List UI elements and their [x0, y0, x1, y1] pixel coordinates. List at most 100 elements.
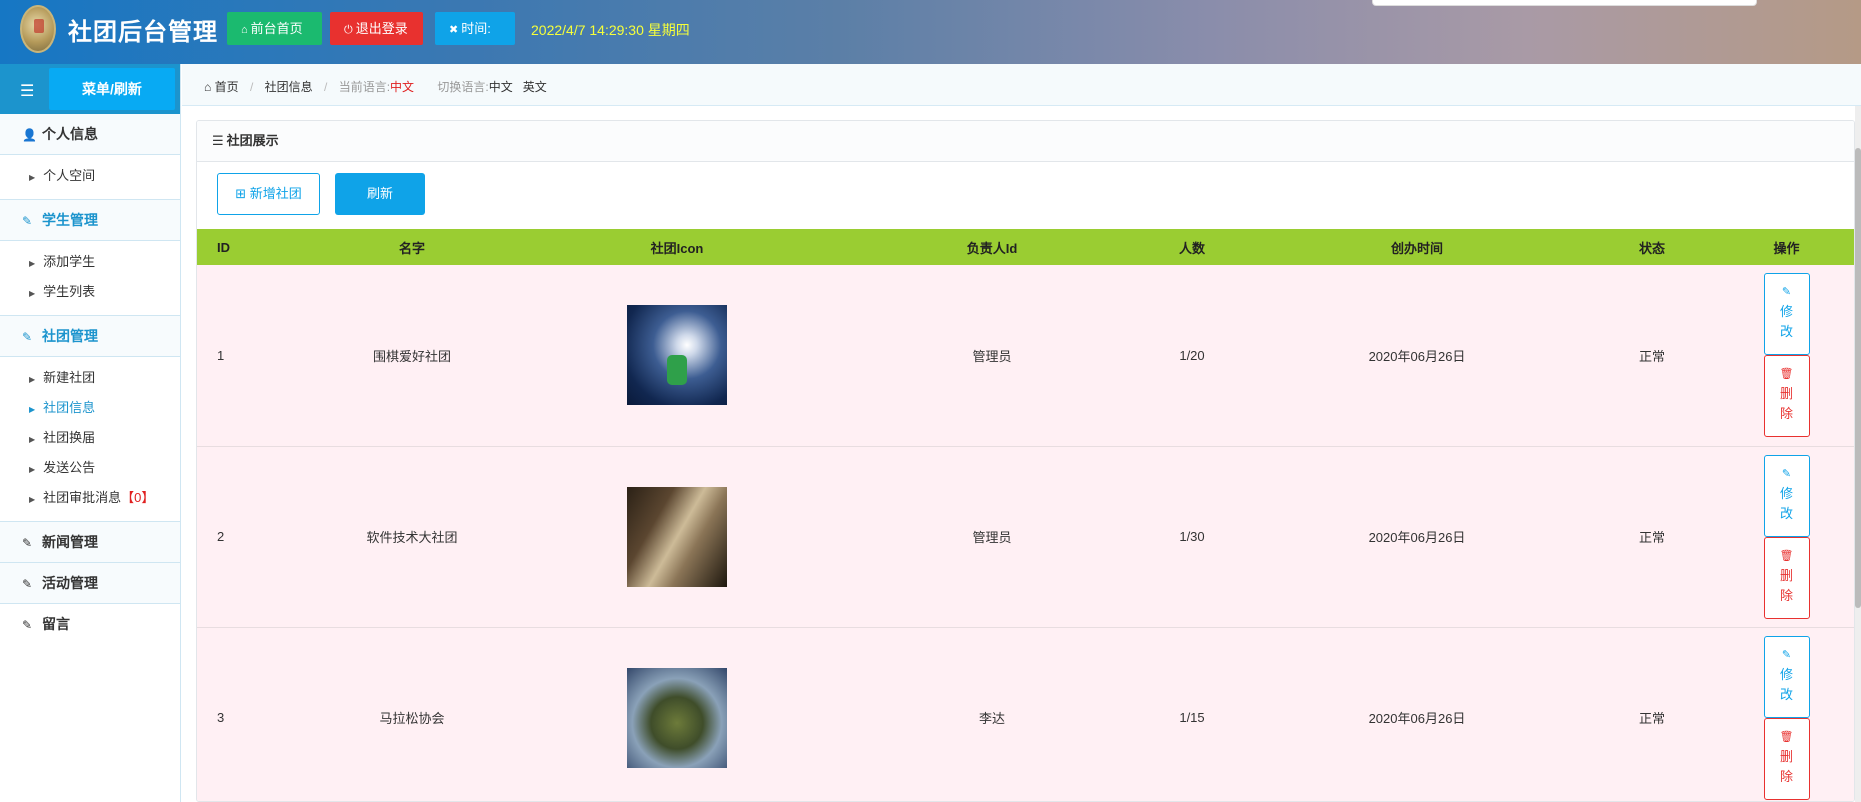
sidebar-sub-club: ▶ 新建社团 ▶ 社团信息 ▶ 社团换届 ▶ 发送公告 ▶ 社团审批消息【0】 [0, 357, 180, 522]
sidebar-group-personal-info[interactable]: 👤 个人信息 [0, 114, 180, 155]
cell-status: 正常 [1638, 348, 1665, 364]
header-status: 状态 [1638, 240, 1665, 256]
club-icon-image [627, 305, 727, 406]
menu-refresh-button[interactable]: 菜单/刷新 [49, 68, 175, 110]
sidebar-top: ☰ 菜单/刷新 [0, 64, 180, 114]
delete-button[interactable]: 🗑 删除 [1763, 717, 1810, 800]
cell-founded: 2020年06月26日 [1368, 530, 1466, 545]
approval-count-badge: 【0】 [121, 490, 155, 505]
sidebar-group-student-management[interactable]: ✎ 学生管理 [0, 200, 180, 241]
header-leader: 负责人Id [966, 240, 1018, 256]
club-icon-image [627, 486, 727, 587]
home-icon: ⌂ [204, 80, 212, 94]
delete-button[interactable]: 🗑 删除 [1763, 355, 1810, 438]
caret-right-icon: ▶ [29, 405, 36, 414]
current-language-value: 中文 [390, 80, 415, 94]
cell-actions: ✎ 修改 🗑 删除 [1717, 265, 1854, 446]
caret-right-icon: ▶ [29, 435, 36, 444]
breadcrumb-bar: ⌂ 首页 / 社团信息 / 当前语言:中文 切换语言:中文 英文 [182, 64, 1861, 106]
sidebar-item-club-info[interactable]: ▶ 社团信息 [0, 393, 180, 423]
edit-icon: ✎ [22, 536, 33, 550]
sidebar-group-activity-management[interactable]: ✎ 活动管理 [0, 563, 180, 604]
sidebar-item-send-notice[interactable]: ▶ 发送公告 [0, 453, 180, 483]
cell-leader: 李达 [978, 711, 1005, 726]
time-button[interactable]: ✖ 时间: [435, 12, 515, 45]
switch-language-label: 切换语言: [437, 80, 489, 94]
menu-icon[interactable]: ☰ [20, 81, 34, 101]
edit-icon: ✎ [22, 214, 33, 228]
breadcrumb-separator: / [324, 80, 328, 94]
page-scrollbar-thumb[interactable] [1855, 148, 1861, 608]
table-row: 1 围棋爱好社团 管理员 1/20 2020年06月26日 正常 ✎ 修改 🗑 删除 [197, 265, 1854, 446]
delete-button[interactable]: 🗑 删除 [1763, 536, 1810, 619]
cell-actions: ✎ 修改 🗑 删除 [1717, 627, 1854, 801]
caret-right-icon: ▶ [29, 289, 36, 298]
sidebar-item-new-club[interactable]: ▶ 新建社团 [0, 363, 180, 393]
cell-id: 1 [217, 347, 225, 363]
sidebar-item-personal-space[interactable]: ▶ 个人空间 [0, 161, 180, 191]
breadcrumb-home[interactable]: 首页 [215, 80, 239, 94]
sidebar-group-club-management[interactable]: ✎ 社团管理 [0, 316, 180, 357]
panel-header: ☰ 社团展示 [197, 121, 1854, 162]
caret-right-icon: ▶ [29, 173, 36, 182]
cell-name: 马拉松协会 [379, 711, 445, 726]
header-search-box[interactable] [1372, 0, 1757, 6]
caret-right-icon: ▶ [29, 465, 36, 474]
sidebar-sub-personal: ▶ 个人空间 [0, 155, 180, 200]
edit-icon: ✎ [1781, 286, 1792, 299]
header-icon: 社团Icon [650, 240, 704, 256]
header-name: 名字 [398, 240, 425, 256]
language-option-english[interactable]: 英文 [523, 80, 547, 94]
clock-display: 2022/4/7 14:29:30 星期四 [531, 22, 690, 38]
cell-id: 2 [217, 529, 225, 544]
panel-title: 社团展示 [226, 133, 279, 148]
caret-right-icon: ▶ [29, 375, 36, 384]
cell-icon [507, 446, 847, 627]
app-title: 社团后台管理 [68, 19, 218, 46]
refresh-button[interactable]: 刷新 [335, 173, 425, 215]
top-header: 社团后台管理 ⌂ 前台首页 ⏻ 退出登录 ✖ 时间: 2022/4/7 14:29:3… [0, 0, 1861, 64]
language-option-chinese[interactable]: 中文 [489, 80, 513, 94]
caret-right-icon: ▶ [29, 495, 36, 504]
sidebar-item-club-approval[interactable]: ▶ 社团审批消息【0】 [0, 483, 180, 513]
edit-icon: ✎ [22, 577, 33, 591]
logout-button[interactable]: ⏻ 退出登录 [330, 12, 423, 45]
trash-icon: 🗑 [1779, 730, 1794, 743]
breadcrumb-current: 社团信息 [264, 80, 313, 94]
cell-icon [507, 627, 847, 801]
sidebar-item-club-transition[interactable]: ▶ 社团换届 [0, 423, 180, 453]
edit-icon: ✎ [22, 618, 33, 632]
cell-name: 软件技术大社团 [366, 530, 458, 545]
breadcrumb-separator: / [249, 80, 254, 94]
plus-square-icon: ⊞ [235, 186, 247, 201]
cell-founded: 2020年06月26日 [1368, 348, 1466, 364]
club-panel: ☰ 社团展示 ⊞ 新增社团 刷新 ID 名字 社团Icon 负责人Id 人数 创办… [196, 120, 1855, 802]
edit-icon: ✎ [1781, 648, 1792, 661]
cell-icon [507, 265, 847, 446]
cell-name: 围棋爱好社团 [372, 348, 451, 364]
edit-button[interactable]: ✎ 修改 [1763, 454, 1810, 537]
sidebar-group-news-management[interactable]: ✎ 新闻管理 [0, 522, 180, 563]
sidebar-item-student-list[interactable]: ▶ 学生列表 [0, 277, 180, 307]
header-id: ID [217, 239, 230, 255]
sidebar-item-add-student[interactable]: ▶ 添加学生 [0, 247, 180, 277]
table-header-row: ID 名字 社团Icon 负责人Id 人数 创办时间 状态 操作 [197, 229, 1854, 265]
list-icon: ☰ [212, 133, 224, 148]
front-home-button[interactable]: ⌂ 前台首页 [227, 12, 322, 45]
sidebar: ☰ 菜单/刷新 👤 个人信息 ▶ 个人空间 ✎ 学生管理 ▶ 添加学生 ▶ 学生列表 ✎ 社… [0, 64, 181, 802]
table-row: 2 软件技术大社团 管理员 1/30 2020年06月26日 正常 ✎ 修改 🗑 删… [197, 446, 1854, 627]
edit-button[interactable]: ✎ 修改 [1763, 273, 1810, 356]
trash-icon: 🗑 [1779, 368, 1794, 381]
panel-toolbar: ⊞ 新增社团 刷新 [197, 162, 1854, 229]
club-table: ID 名字 社团Icon 负责人Id 人数 创办时间 状态 操作 1 围棋爱好社… [197, 229, 1854, 801]
edit-button[interactable]: ✎ 修改 [1763, 635, 1810, 718]
sidebar-group-messages[interactable]: ✎ 留言 [0, 604, 180, 645]
header-founded: 创办时间 [1390, 240, 1443, 256]
cell-founded: 2020年06月26日 [1368, 711, 1466, 726]
cell-status: 正常 [1638, 711, 1665, 726]
add-club-button[interactable]: ⊞ 新增社团 [217, 173, 320, 215]
cell-leader: 管理员 [972, 530, 1012, 545]
cell-count: 1/15 [1179, 710, 1205, 725]
close-icon: ✖ [449, 24, 459, 36]
cell-leader: 管理员 [972, 348, 1012, 364]
